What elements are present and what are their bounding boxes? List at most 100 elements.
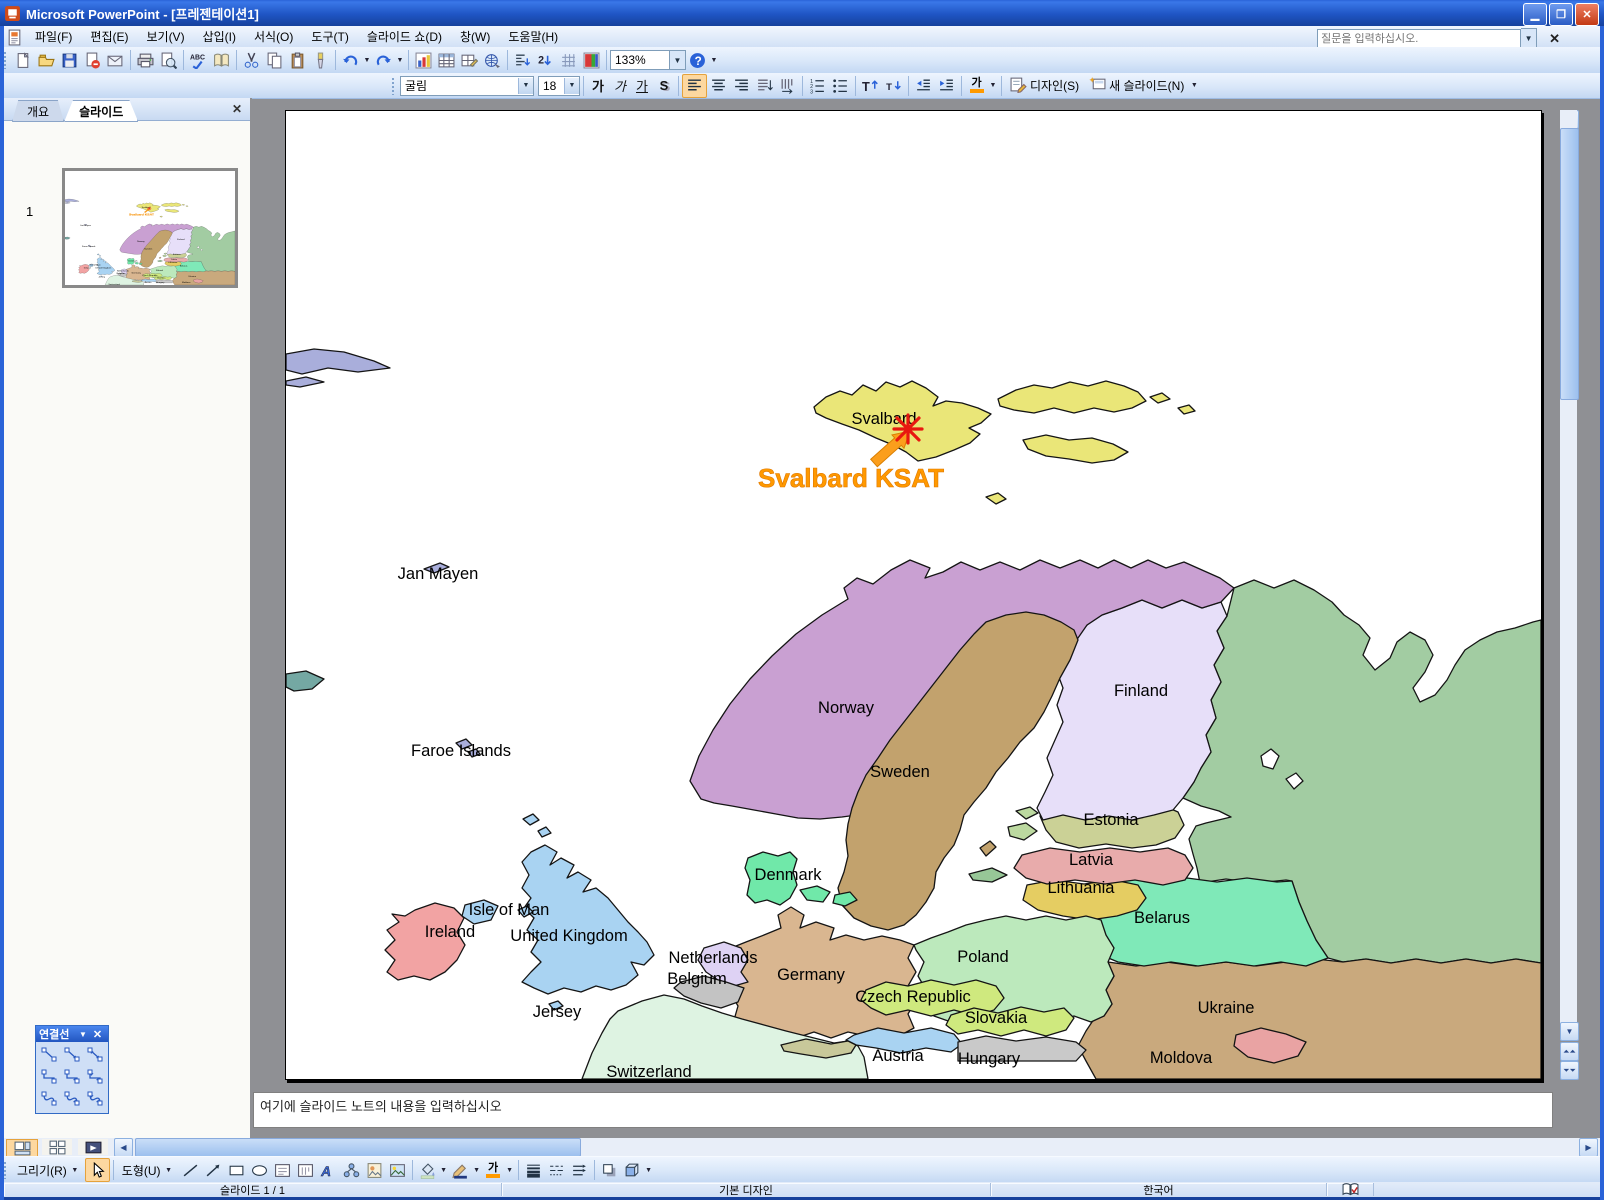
- decrease-indent-button[interactable]: [912, 75, 935, 97]
- close-button[interactable]: ✕: [1575, 3, 1599, 26]
- europe-map[interactable]: UkraineMoldovaBelarusLithuaniaLatviaEsto…: [65, 171, 235, 285]
- undo-dropdown-icon[interactable]: ▼: [362, 49, 372, 71]
- grid-button[interactable]: [557, 49, 580, 71]
- word-art-button[interactable]: A: [317, 1159, 340, 1181]
- shrink-font-button[interactable]: T: [882, 75, 905, 97]
- format-painter-button[interactable]: [309, 49, 332, 71]
- menu-insert[interactable]: 삽입(I): [194, 26, 245, 47]
- drawing-toolbar-options[interactable]: ▼: [644, 1159, 654, 1181]
- undo-button[interactable]: [339, 49, 362, 71]
- curved-arrow-connector-icon[interactable]: [61, 1088, 82, 1109]
- vertical-text-box-button[interactable]: [294, 1159, 317, 1181]
- slide-thumbnail[interactable]: UkraineMoldovaBelarusLithuaniaLatviaEsto…: [62, 168, 238, 288]
- normal-view-button[interactable]: [6, 1139, 38, 1157]
- next-slide-button[interactable]: ⏷⏷: [1560, 1061, 1579, 1080]
- redo-button[interactable]: [372, 49, 395, 71]
- vertical-text-button[interactable]: [776, 75, 799, 97]
- curved-double-arrow-connector-icon[interactable]: [84, 1088, 105, 1109]
- paste-button[interactable]: [286, 49, 309, 71]
- fill-color-dropdown-icon[interactable]: ▼: [439, 1159, 449, 1181]
- bold-button[interactable]: 가: [587, 75, 609, 97]
- menubar-close-icon[interactable]: ✕: [1549, 31, 1560, 47]
- bullets-button[interactable]: [829, 75, 852, 97]
- scroll-down-button[interactable]: ▼: [1560, 1022, 1579, 1041]
- minimize-button[interactable]: ▁: [1523, 3, 1547, 26]
- straight-connector-icon[interactable]: [38, 1044, 59, 1065]
- zoom-dropdown-icon[interactable]: ▼: [670, 50, 686, 70]
- ksat-annotation-label[interactable]: Svalbard KSAT: [758, 463, 944, 493]
- menu-window[interactable]: 창(W): [451, 26, 499, 47]
- color-grayscale-button[interactable]: [580, 49, 603, 71]
- font-color-button[interactable]: 가: [965, 75, 988, 97]
- elbow-connector-icon[interactable]: [38, 1066, 59, 1087]
- insert-table-button[interactable]: [435, 49, 458, 71]
- elbow-double-arrow-connector-icon[interactable]: [84, 1066, 105, 1087]
- straight-double-arrow-connector-icon[interactable]: [84, 1044, 105, 1065]
- straight-arrow-connector-icon[interactable]: [61, 1044, 82, 1065]
- tables-borders-button[interactable]: [458, 49, 481, 71]
- mail-recipient-button[interactable]: [104, 49, 127, 71]
- menu-help[interactable]: 도움말(H): [499, 26, 567, 47]
- ksat-site-marker[interactable]: [147, 207, 151, 210]
- copy-button[interactable]: [263, 49, 286, 71]
- shadow-style-button[interactable]: [598, 1159, 621, 1181]
- cut-button[interactable]: [240, 49, 263, 71]
- help-button[interactable]: ?: [686, 49, 709, 71]
- question-input[interactable]: [1317, 29, 1521, 48]
- draw-font-color-button[interactable]: 가: [482, 1159, 505, 1181]
- text-box-button[interactable]: [271, 1159, 294, 1181]
- print-preview-button[interactable]: [157, 49, 180, 71]
- question-dropdown-icon[interactable]: ▼: [1521, 28, 1537, 49]
- connectors-palette-titlebar[interactable]: 연결선 ▼ ✕: [36, 1026, 108, 1042]
- font-name-combo[interactable]: 굴림 ▼: [400, 76, 534, 96]
- menu-tools[interactable]: 도구(T): [302, 26, 357, 47]
- slide-canvas[interactable]: UkraineMoldovaBelarusLithuaniaLatviaEsto…: [285, 110, 1542, 1080]
- show-formatting-button[interactable]: 2: [534, 49, 557, 71]
- line-tool-button[interactable]: [179, 1159, 202, 1181]
- europe-map[interactable]: UkraineMoldovaBelarusLithuaniaLatviaEsto…: [286, 111, 1541, 1079]
- menu-file[interactable]: 파일(F): [26, 26, 81, 47]
- horizontal-scroll-thumb[interactable]: [135, 1138, 581, 1157]
- font-size-combo[interactable]: 18 ▼: [538, 76, 580, 96]
- horizontal-text-button[interactable]: [753, 75, 776, 97]
- autoshapes-menu-button[interactable]: 도형(U)▼: [117, 1159, 179, 1181]
- notes-pane[interactable]: 여기에 슬라이드 노트의 내용을 입력하십시오: [253, 1092, 1553, 1128]
- curved-connector-icon[interactable]: [38, 1088, 59, 1109]
- underline-button[interactable]: 가: [631, 75, 653, 97]
- menu-edit[interactable]: 편집(E): [81, 26, 137, 47]
- connectors-dropdown-icon[interactable]: ▼: [79, 1030, 87, 1039]
- menu-slideshow[interactable]: 슬라이드 쇼(D): [358, 26, 451, 47]
- open-button[interactable]: [35, 49, 58, 71]
- select-objects-button[interactable]: [85, 1158, 110, 1182]
- numbering-button[interactable]: 123: [806, 75, 829, 97]
- font-color-dropdown-icon[interactable]: ▼: [988, 75, 998, 97]
- line-color-dropdown-icon[interactable]: ▼: [472, 1159, 482, 1181]
- toolbar-grip[interactable]: [391, 77, 396, 95]
- slide-sorter-view-button[interactable]: [42, 1139, 72, 1155]
- expand-all-button[interactable]: [511, 49, 534, 71]
- slideshow-view-button[interactable]: [78, 1139, 108, 1155]
- grow-font-button[interactable]: T: [859, 75, 882, 97]
- new-document-button[interactable]: [12, 49, 35, 71]
- tab-outline[interactable]: 개요: [12, 100, 64, 122]
- design-button[interactable]: 디자인(S): [1005, 75, 1084, 97]
- draw-font-color-dropdown-icon[interactable]: ▼: [505, 1159, 515, 1181]
- insert-hyperlink-button[interactable]: [481, 49, 504, 71]
- align-center-button[interactable]: [707, 75, 730, 97]
- menu-view[interactable]: 보기(V): [137, 26, 193, 47]
- threed-style-button[interactable]: [621, 1159, 644, 1181]
- previous-slide-button[interactable]: ⏶⏶: [1560, 1042, 1579, 1061]
- dash-style-button[interactable]: [545, 1159, 568, 1181]
- permission-button[interactable]: [81, 49, 104, 71]
- insert-diagram-button[interactable]: [340, 1159, 363, 1181]
- save-button[interactable]: [58, 49, 81, 71]
- insert-picture-button[interactable]: [386, 1159, 409, 1181]
- restore-button[interactable]: ❐: [1549, 3, 1573, 26]
- font-dropdown-icon[interactable]: ▼: [518, 78, 533, 94]
- research-button[interactable]: [210, 49, 233, 71]
- tab-slides[interactable]: 슬라이드: [64, 100, 138, 122]
- connectors-close-icon[interactable]: ✕: [93, 1028, 102, 1041]
- new-slide-button[interactable]: 새 슬라이드(N): [1084, 75, 1189, 97]
- fill-color-button[interactable]: [416, 1159, 439, 1181]
- shadow-button[interactable]: S: [653, 75, 675, 97]
